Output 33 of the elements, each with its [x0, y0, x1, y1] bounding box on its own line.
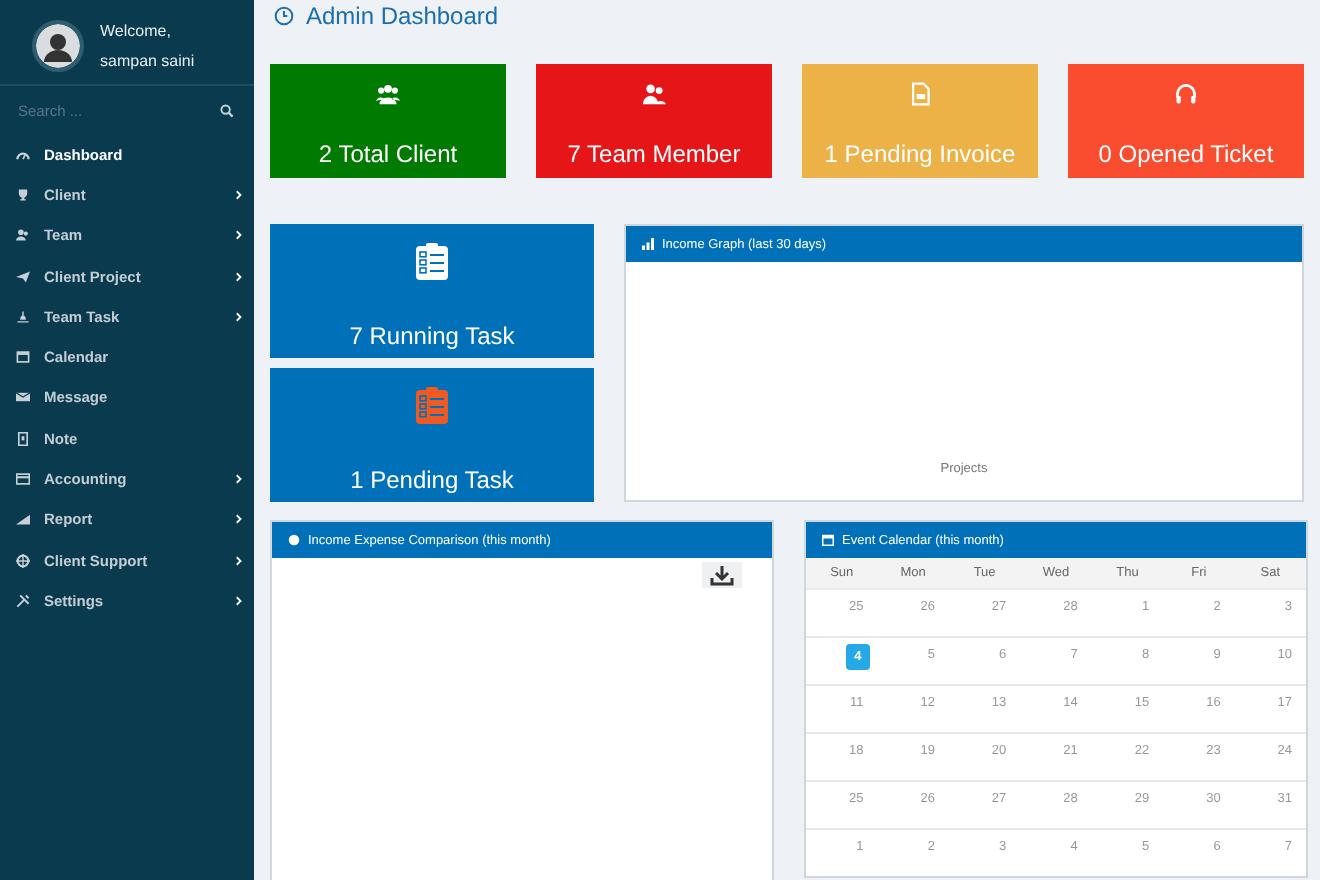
avatar-silhouette: [32, 20, 84, 72]
clipboard-list-icon: [412, 386, 452, 426]
download-button[interactable]: [702, 562, 742, 588]
card-icon: [16, 472, 30, 487]
signal-bars-icon: [16, 512, 30, 527]
users-icon: [16, 228, 30, 243]
stat-label: 1 Pending Invoice: [824, 140, 1016, 168]
stat-label: 7 Team Member: [567, 140, 741, 168]
search-icon[interactable]: [220, 103, 234, 117]
tools-icon: [16, 593, 30, 608]
calendar-icon: [822, 534, 834, 546]
trophy-icon: [16, 187, 30, 202]
clipboard-list-icon: [412, 242, 452, 282]
headphones-icon: [1174, 82, 1198, 106]
clock-icon: [274, 6, 294, 26]
welcome-text: Welcome,: [100, 22, 173, 40]
gauge-icon: [16, 147, 30, 162]
paper-plane-icon: [16, 269, 30, 284]
task-label: 7 Running Task: [349, 322, 515, 350]
document-icon: [908, 82, 932, 106]
pie-chart-icon: [288, 534, 300, 546]
page-title: Admin Dashboard: [306, 2, 499, 30]
task-label: 1 Pending Task: [350, 466, 514, 494]
calendar-icon: [16, 350, 30, 365]
users-icon: [376, 82, 400, 106]
envelope-icon: [16, 390, 30, 405]
user-name: sampan saini: [100, 52, 195, 70]
stat-label: 2 Total Client: [318, 140, 458, 168]
lifebuoy-icon: [16, 553, 30, 568]
stat-label: 0 Opened Ticket: [1098, 140, 1274, 168]
users-icon: [642, 82, 666, 106]
bar-chart-icon: [642, 238, 654, 250]
note-icon: [16, 431, 30, 446]
